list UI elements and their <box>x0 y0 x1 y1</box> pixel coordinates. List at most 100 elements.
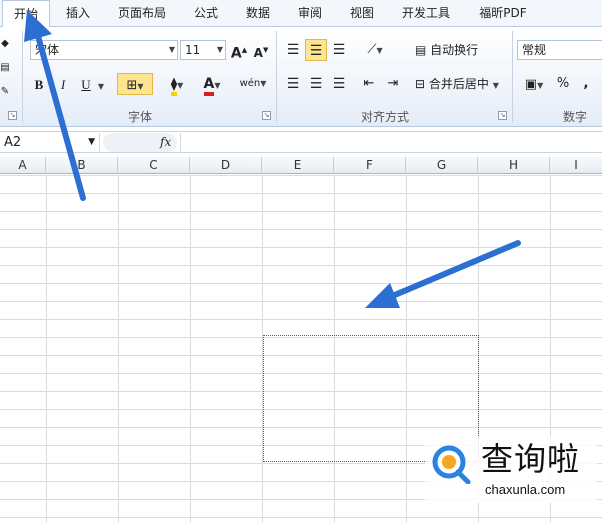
phonetic-label: wén <box>239 78 261 89</box>
column-header-a[interactable]: A <box>0 157 46 174</box>
increase-indent-button[interactable]: ⇥ <box>384 73 402 95</box>
chevron-down-icon: ▼ <box>492 81 499 90</box>
column-header-b[interactable]: B <box>46 157 118 174</box>
group-separator <box>512 31 513 123</box>
phonetic-button[interactable]: wén▼ <box>237 73 269 95</box>
fill-color-button[interactable]: ⧫▼ <box>162 73 192 96</box>
chevron-down-icon: ▼ <box>137 82 144 91</box>
watermark-url: chaxunla.com <box>485 482 566 497</box>
comma-button[interactable]: , <box>580 73 592 95</box>
align-bottom-button[interactable]: ☰ <box>330 39 348 61</box>
wrap-text-label: 自动换行 <box>430 43 479 57</box>
chevron-down-icon: ▼ <box>97 82 105 91</box>
alignment-launcher-icon[interactable]: ↘ <box>498 111 507 120</box>
tab-page-layout[interactable]: 页面布局 <box>108 0 176 27</box>
gridline <box>0 229 602 230</box>
bold-button[interactable]: B <box>32 74 46 96</box>
name-box-value: A2 <box>4 135 22 150</box>
chevron-down-icon: ▼ <box>177 81 184 90</box>
group-separator <box>276 31 277 123</box>
formula-bar: A2 ▼ fx <box>0 131 602 153</box>
copy-icon[interactable]: ▤ <box>0 57 10 79</box>
font-name-combo[interactable]: 宋体 ▼ <box>30 40 178 60</box>
tab-home[interactable]: 开始 <box>2 0 50 28</box>
borders-button[interactable]: ⊞▼ <box>117 73 153 95</box>
gridline <box>0 319 602 320</box>
column-header-h[interactable]: H <box>478 157 550 174</box>
column-header-f[interactable]: F <box>334 157 406 174</box>
tab-insert[interactable]: 插入 <box>56 0 100 27</box>
shrink-font-button[interactable]: A▼ <box>252 39 270 61</box>
font-size-value: 11 <box>185 43 201 57</box>
font-group-label: 字体 <box>127 110 152 124</box>
clipboard-launcher-icon[interactable]: ↘ <box>8 111 17 120</box>
tab-developer[interactable]: 开发工具 <box>392 0 460 27</box>
chevron-down-icon: ▼ <box>168 45 175 54</box>
chevron-down-icon: ▼ <box>537 81 544 90</box>
chevron-down-icon: ▼ <box>214 81 221 90</box>
gridline <box>0 517 602 518</box>
format-painter-icon[interactable]: ✎ <box>0 81 10 103</box>
tab-foxit-pdf[interactable]: 福昕PDF <box>470 0 536 27</box>
font-size-combo[interactable]: 11 ▼ <box>180 40 226 60</box>
column-header-d[interactable]: D <box>190 157 262 174</box>
align-middle-button[interactable]: ☰ <box>305 39 327 61</box>
wrap-text-icon: ▤ <box>415 43 427 57</box>
align-center-button[interactable]: ☰ <box>307 73 325 95</box>
currency-icon: ▣ <box>524 77 538 92</box>
merge-center-button[interactable]: ⊟ 合并后居中 ▼ <box>415 73 509 95</box>
wrap-text-button[interactable]: ▤ 自动换行 <box>415 39 487 61</box>
paste-icon[interactable]: ◆ <box>0 33 10 55</box>
align-right-button[interactable]: ☰ <box>330 73 348 95</box>
merge-center-label: 合并后居中 <box>428 77 489 91</box>
number-format-value: 常规 <box>522 43 547 57</box>
decrease-indent-button[interactable]: ⇤ <box>360 73 378 95</box>
alignment-group-label: 对齐方式 <box>360 110 409 124</box>
column-header-e[interactable]: E <box>262 157 334 174</box>
font-color-button[interactable]: A▼ <box>197 73 227 96</box>
gridline <box>0 301 602 302</box>
align-top-button[interactable]: ☰ <box>284 39 302 61</box>
chevron-down-icon: ▼ <box>376 46 383 55</box>
tab-view[interactable]: 视图 <box>340 0 384 27</box>
font-launcher-icon[interactable]: ↘ <box>262 111 271 120</box>
grow-font-button[interactable]: A▲ <box>230 39 248 62</box>
magnifier-logo-icon <box>432 445 471 484</box>
chevron-down-icon: ▼ <box>88 137 95 147</box>
gridline <box>118 175 119 523</box>
number-format-combo[interactable]: 常规 <box>517 40 602 60</box>
gridline <box>0 211 602 212</box>
gridline <box>0 265 602 266</box>
font-name-value: 宋体 <box>35 43 60 57</box>
gridline <box>0 247 602 248</box>
watermark-name: 查询啦 <box>481 440 581 478</box>
group-separator <box>22 31 23 123</box>
watermark-logo: 查询啦 chaxunla.com <box>425 437 597 503</box>
gridline <box>46 175 47 523</box>
percent-button[interactable]: % <box>555 73 571 95</box>
name-box[interactable]: A2 ▼ <box>0 133 100 152</box>
italic-button[interactable]: I <box>56 74 70 96</box>
orientation-button[interactable]: ⟋▼ <box>362 39 388 61</box>
font-color-icon: A <box>203 76 215 96</box>
chevron-down-icon: ▼ <box>216 45 223 54</box>
underline-button[interactable]: U <box>78 74 94 96</box>
gridline <box>0 193 602 194</box>
merge-cells-icon: ⊟ <box>415 77 426 91</box>
underline-dropdown[interactable]: ▼ <box>96 74 106 96</box>
tab-data[interactable]: 数据 <box>236 0 280 27</box>
column-header-g[interactable]: G <box>406 157 478 174</box>
tab-formulas[interactable]: 公式 <box>184 0 228 27</box>
column-header-c[interactable]: C <box>118 157 190 174</box>
chevron-down-icon: ▼ <box>260 79 267 88</box>
insert-function-button[interactable]: fx <box>160 133 171 152</box>
tab-review[interactable]: 审阅 <box>288 0 332 27</box>
borders-icon: ⊞ <box>126 78 138 93</box>
number-group-label: 数字 <box>562 110 587 124</box>
column-header-i[interactable]: I <box>550 157 602 174</box>
column-headers: A B C D E F G H I <box>0 157 602 174</box>
align-left-button[interactable]: ☰ <box>284 73 302 95</box>
formula-input[interactable] <box>180 133 602 152</box>
gridline <box>0 283 602 284</box>
accounting-format-button[interactable]: ▣▼ <box>519 73 549 95</box>
